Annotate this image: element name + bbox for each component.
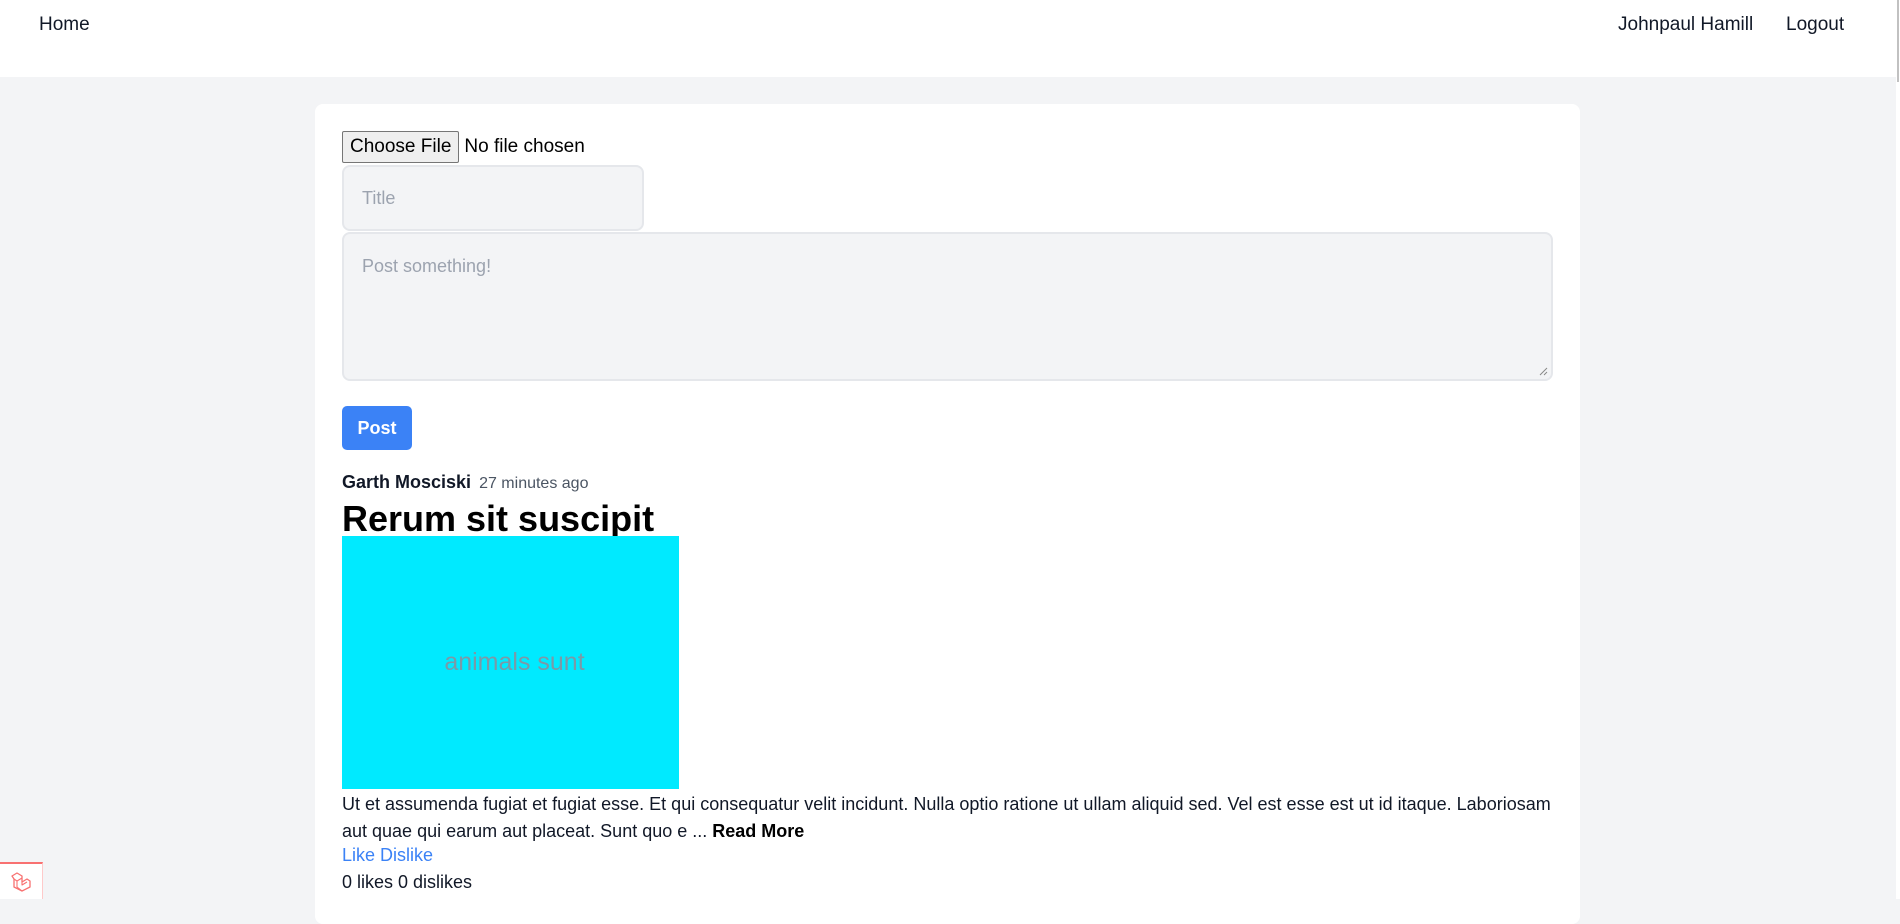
- title-placeholder: Title: [362, 187, 396, 208]
- post-author: Garth Mosciski: [342, 472, 472, 492]
- choose-file-button[interactable]: Choose File: [342, 131, 460, 163]
- post-textarea[interactable]: Post something!: [342, 232, 1553, 381]
- framework-logo-badge[interactable]: [0, 862, 43, 899]
- file-status-text: No file chosen: [464, 136, 585, 157]
- post-image: animals sunt: [342, 536, 679, 789]
- page-scrollbar[interactable]: [1896, 0, 1900, 899]
- reaction-counts: 0 likes 0 dislikes: [342, 872, 473, 892]
- laravel-icon: [11, 871, 31, 892]
- read-more-link[interactable]: Read More: [712, 821, 804, 841]
- nav-user-name[interactable]: Johnpaul Hamill: [1618, 14, 1753, 36]
- title-input[interactable]: Title: [342, 165, 644, 231]
- top-navbar: Home Johnpaul Hamill Logout: [0, 0, 1896, 77]
- dislike-link[interactable]: Dislike: [380, 845, 433, 865]
- like-link[interactable]: Like: [342, 845, 375, 865]
- post-meta: Garth Mosciski 27 minutes ago: [342, 472, 588, 493]
- post-body: Ut et assumenda fugiat et fugiat esse. E…: [342, 791, 1557, 845]
- post-reactions: Like Dislike: [342, 845, 433, 866]
- post-image-caption: animals sunt: [444, 648, 585, 676]
- nav-home-link[interactable]: Home: [39, 14, 90, 36]
- post-placeholder: Post something!: [362, 256, 492, 276]
- post-excerpt: Ut et assumenda fugiat et fugiat esse. E…: [342, 794, 1551, 841]
- post-button[interactable]: Post: [342, 406, 412, 450]
- post-timestamp: 27 minutes ago: [479, 475, 589, 492]
- post-title: Rerum sit suscipit: [342, 498, 655, 539]
- nav-logout-link[interactable]: Logout: [1786, 14, 1844, 36]
- resize-grip-icon[interactable]: [1538, 366, 1548, 376]
- file-upload: Choose File No file chosen: [342, 131, 585, 163]
- scrollbar-thumb[interactable]: [1897, 0, 1899, 82]
